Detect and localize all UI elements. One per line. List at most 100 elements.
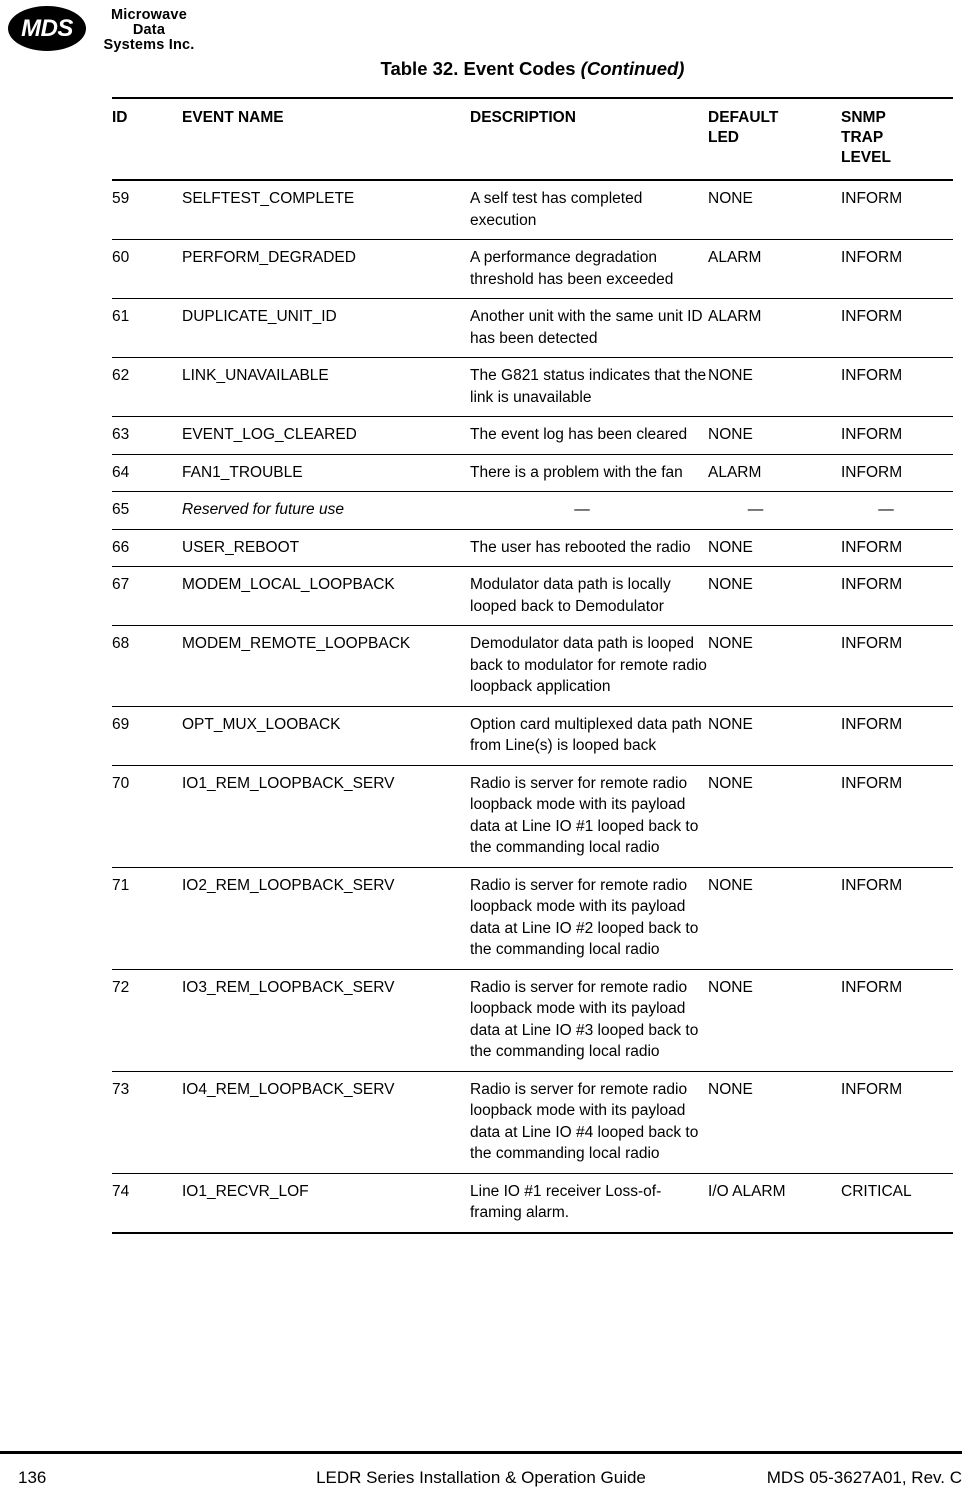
table-row: 64 FAN1_TROUBLE There is a problem with th…	[112, 454, 953, 492]
cell-id: 74	[112, 1173, 182, 1234]
cell-event-name: MODEM_REMOTE_LOOPBACK	[182, 625, 470, 707]
cell-id: 70	[112, 765, 182, 868]
cell-description: —	[470, 491, 708, 530]
cell-snmp-trap-level: INFORM	[841, 239, 953, 299]
cell-description: Another unit with the same unit ID has b…	[470, 298, 708, 358]
cell-description: Modulator data path is locally looped ba…	[470, 566, 708, 626]
column-header-default-led-line1: DEFAULT	[708, 109, 779, 126]
column-header-snmp-trap-level: SNMP TRAP LEVEL	[841, 97, 953, 181]
footer-document-id: MDS 05-3627A01, Rev. C	[766, 1468, 962, 1487]
cell-description: Radio is server for remote radio loopbac…	[470, 969, 708, 1072]
table-row: 59 SELFTEST_COMPLETE A self test has compl…	[112, 180, 953, 240]
cell-event-name: IO4_REM_LOOPBACK_SERV	[182, 1071, 470, 1174]
cell-default-led-dash: —	[747, 501, 764, 518]
cell-default-led: I/O ALARM	[708, 1173, 841, 1234]
cell-description: Line IO #1 receiver Loss-of-framing alar…	[470, 1173, 708, 1234]
cell-event-name: IO1_REM_LOOPBACK_SERV	[182, 765, 470, 868]
cell-default-led: NONE	[708, 529, 841, 567]
cell-id: 73	[112, 1071, 182, 1174]
logo-text-line-3: Systems Inc.	[103, 37, 195, 53]
cell-id: 63	[112, 416, 182, 455]
table-row: 67 MODEM_LOCAL_LOOPBACK Modulator data pat…	[112, 566, 953, 626]
cell-snmp-trap-level: INFORM	[841, 625, 953, 707]
cell-default-led: ALARM	[708, 239, 841, 299]
cell-snmp-trap-level: INFORM	[841, 357, 953, 417]
event-codes-table-wrapper: ID EVENT NAME DESCRIPTION DEFAULT LED SNM…	[112, 97, 953, 1234]
table-caption-continued: (Continued)	[580, 58, 685, 79]
cell-description: Radio is server for remote radio loopbac…	[470, 1071, 708, 1174]
cell-event-name: IO1_RECVR_LOF	[182, 1173, 470, 1234]
table-header-row: ID EVENT NAME DESCRIPTION DEFAULT LED SNM…	[112, 97, 953, 181]
cell-snmp-trap-level: INFORM	[841, 969, 953, 1072]
cell-description: A performance degradation threshold has …	[470, 239, 708, 299]
logo-text-line-1: Microwave	[111, 7, 187, 23]
table-caption: Table 32. Event Codes (Continued)	[112, 58, 953, 80]
table-row: 62 LINK_UNAVAILABLE The G821 status indica…	[112, 357, 953, 417]
table-caption-main: Table 32. Event Codes	[380, 58, 581, 79]
table-row: 60 PERFORM_DEGRADED A performance degradat…	[112, 239, 953, 299]
column-header-event-name: EVENT NAME	[182, 97, 470, 181]
cell-id: 59	[112, 180, 182, 240]
cell-snmp-trap-level: INFORM	[841, 706, 953, 766]
cell-event-name: EVENT_LOG_CLEARED	[182, 416, 470, 455]
cell-description: The G821 status indicates that the link …	[470, 357, 708, 417]
company-logo: MDS Microwave Data Systems Inc.	[8, 4, 308, 54]
table-row: 71 IO2_REM_LOOPBACK_SERV Radio is server f…	[112, 867, 953, 970]
cell-event-name: MODEM_LOCAL_LOOPBACK	[182, 566, 470, 626]
cell-description: The user has rebooted the radio	[470, 529, 708, 567]
cell-snmp-trap-level-dash: —	[878, 501, 894, 518]
cell-default-led: NONE	[708, 969, 841, 1072]
cell-default-led: NONE	[708, 357, 841, 417]
cell-default-led: NONE	[708, 566, 841, 626]
cell-event-name: OPT_MUX_LOOBACK	[182, 706, 470, 766]
cell-snmp-trap-level: INFORM	[841, 180, 953, 240]
table-row: 74 IO1_RECVR_LOF Line IO #1 receiver Loss-…	[112, 1173, 953, 1234]
logo-mds-mark: MDS	[21, 15, 73, 42]
cell-default-led: NONE	[708, 625, 841, 707]
cell-snmp-trap-level: INFORM	[841, 765, 953, 868]
cell-id: 67	[112, 566, 182, 626]
cell-default-led: ALARM	[708, 454, 841, 492]
table-row: 61 DUPLICATE_UNIT_ID Another unit with the…	[112, 298, 953, 358]
cell-id: 66	[112, 529, 182, 567]
table-row: 68 MODEM_REMOTE_LOOPBACK Demodulator data …	[112, 625, 953, 707]
column-header-snmp-line3: LEVEL	[841, 149, 891, 166]
cell-id: 60	[112, 239, 182, 299]
cell-event-name: PERFORM_DEGRADED	[182, 239, 470, 299]
cell-snmp-trap-level: INFORM	[841, 298, 953, 358]
logo-text-line-2: Data	[132, 22, 166, 38]
cell-id: 71	[112, 867, 182, 970]
cell-event-name: LINK_UNAVAILABLE	[182, 357, 470, 417]
cell-description: Radio is server for remote radio loopbac…	[470, 765, 708, 868]
table-row: 69 OPT_MUX_LOOBACK Option card multiplexed…	[112, 706, 953, 766]
column-header-default-led-line2: LED	[708, 129, 739, 146]
table-row: 65 Reserved for future use — — —	[112, 491, 953, 530]
cell-default-led: NONE	[708, 180, 841, 240]
cell-event-name: Reserved for future use	[182, 491, 470, 530]
event-codes-table: ID EVENT NAME DESCRIPTION DEFAULT LED SNM…	[112, 97, 953, 1234]
cell-description: Radio is server for remote radio loopbac…	[470, 867, 708, 970]
table-body: 59 SELFTEST_COMPLETE A self test has compl…	[112, 180, 953, 1234]
cell-default-led: NONE	[708, 1071, 841, 1174]
cell-event-name: FAN1_TROUBLE	[182, 454, 470, 492]
cell-default-led: NONE	[708, 706, 841, 766]
cell-snmp-trap-level: —	[841, 491, 953, 530]
cell-snmp-trap-level: INFORM	[841, 867, 953, 970]
cell-snmp-trap-level: INFORM	[841, 566, 953, 626]
cell-description: The event log has been cleared	[470, 416, 708, 455]
table-row: 70 IO1_REM_LOOPBACK_SERV Radio is server f…	[112, 765, 953, 868]
column-header-snmp-line1: SNMP	[841, 109, 886, 126]
cell-id: 65	[112, 491, 182, 530]
cell-description: A self test has completed execution	[470, 180, 708, 240]
cell-event-name: IO3_REM_LOOPBACK_SERV	[182, 969, 470, 1072]
cell-description: There is a problem with the fan	[470, 454, 708, 492]
table-row: 73 IO4_REM_LOOPBACK_SERV Radio is server f…	[112, 1071, 953, 1174]
cell-default-led: ALARM	[708, 298, 841, 358]
cell-event-name: IO2_REM_LOOPBACK_SERV	[182, 867, 470, 970]
cell-snmp-trap-level: CRITICAL	[841, 1173, 953, 1234]
cell-default-led: NONE	[708, 416, 841, 455]
cell-description-dash: —	[574, 501, 590, 518]
cell-description: Demodulator data path is looped back to …	[470, 625, 708, 707]
cell-id: 61	[112, 298, 182, 358]
table-row: 66 USER_REBOOT The user has rebooted the r…	[112, 529, 953, 567]
